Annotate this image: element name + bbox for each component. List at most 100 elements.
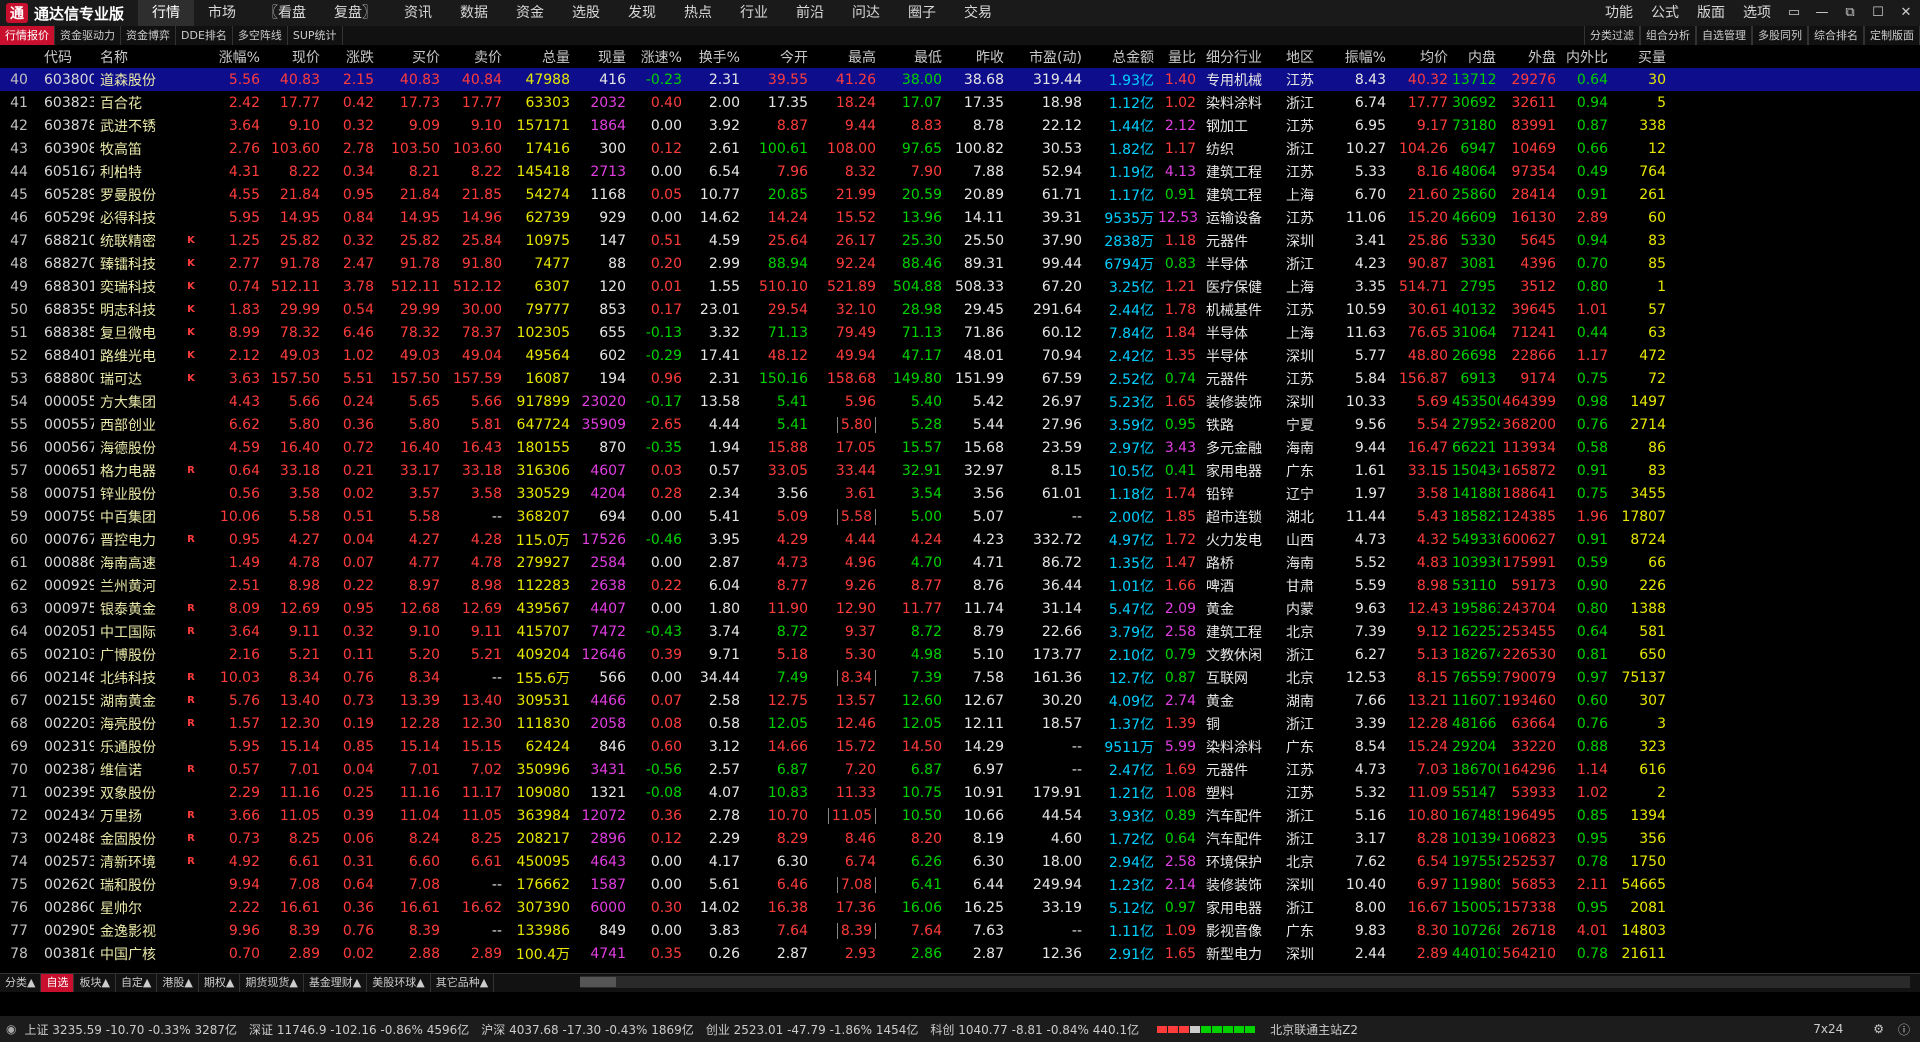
maximize-icon[interactable]: ☐ bbox=[1864, 0, 1892, 26]
close-icon[interactable]: ✕ bbox=[1892, 0, 1920, 26]
top-menu-item[interactable]: 复盘〗 bbox=[320, 0, 390, 26]
table-row[interactable]: 53 688800 瑞可达 K 3.63 157.50 5.51 157.50 157.59 16… bbox=[0, 367, 1920, 390]
sub-tab[interactable]: SUP统计 bbox=[288, 26, 343, 45]
table-row[interactable]: 65 002103 广博股份 2.16 5.21 0.11 5.20 5.21 409204 12… bbox=[0, 643, 1920, 666]
table-row[interactable]: 51 688385 复旦微电 K 8.99 78.32 6.46 78.32 78.37 1023… bbox=[0, 321, 1920, 344]
restore-icon[interactable]: ▭ bbox=[1780, 0, 1808, 26]
table-row[interactable]: 41 603823 百合花 2.42 17.77 0.42 17.73 17.77 63303 2… bbox=[0, 91, 1920, 114]
sub-right-tab[interactable]: 定制版面 bbox=[1864, 26, 1920, 45]
table-row[interactable]: 63 000975 银泰黄金 R 8.09 12.69 0.95 12.68 12.69 4395… bbox=[0, 597, 1920, 620]
bottom-tab[interactable]: 其它品种▲ bbox=[431, 974, 495, 992]
table-row[interactable]: 59 000759 中百集团 10.06 5.58 0.51 5.58 -- 368207 694… bbox=[0, 505, 1920, 528]
col-header[interactable]: 名称 bbox=[94, 47, 178, 67]
table-row[interactable]: 52 688401 路维光电 K 2.12 49.03 1.02 49.03 49.04 4956… bbox=[0, 344, 1920, 367]
col-header[interactable]: 市盈(动) bbox=[1008, 47, 1086, 67]
table-row[interactable]: 49 688301 奕瑞科技 K 0.74 512.11 3.78 512.11 512.12 6… bbox=[0, 275, 1920, 298]
table-row[interactable]: 78 003816 中国广核 0.70 2.89 0.02 2.88 2.89 100.4万 47… bbox=[0, 942, 1920, 965]
table-row[interactable]: 62 000929 兰州黄河 2.51 8.98 0.22 8.97 8.98 112283 26… bbox=[0, 574, 1920, 597]
index-kc[interactable]: 科创 1040.77 -8.81 -0.84% 440.1亿 bbox=[930, 1021, 1139, 1038]
top-menu-item[interactable]: 前沿 bbox=[782, 0, 838, 26]
col-header[interactable]: 细分行业 bbox=[1200, 47, 1280, 67]
index-cy[interactable]: 创业 2523.01 -47.79 -1.86% 1454亿 bbox=[706, 1021, 919, 1038]
col-header[interactable]: 现量 bbox=[574, 47, 630, 67]
table-row[interactable]: 47 688210 统联精密 K 1.25 25.82 0.32 25.82 25.84 1097… bbox=[0, 229, 1920, 252]
table-row[interactable]: 50 688355 明志科技 K 1.83 29.99 0.54 29.99 30.00 7977… bbox=[0, 298, 1920, 321]
top-menu-item[interactable]: 资讯 bbox=[390, 0, 446, 26]
sub-tab[interactable]: 多空阵线 bbox=[233, 26, 288, 45]
col-header[interactable]: 涨幅% bbox=[204, 47, 264, 67]
bottom-tab[interactable]: 港股▲ bbox=[157, 974, 199, 992]
col-header[interactable]: 换手% bbox=[686, 47, 744, 67]
table-row[interactable]: 67 002155 湖南黄金 R 5.76 13.40 0.73 13.39 13.40 3095… bbox=[0, 689, 1920, 712]
col-header[interactable]: 量比 bbox=[1158, 47, 1200, 67]
bottom-tab[interactable]: 基金理财▲ bbox=[304, 974, 368, 992]
table-row[interactable]: 69 002319 乐通股份 5.95 15.14 0.85 15.14 15.15 62424… bbox=[0, 735, 1920, 758]
top-menu-item[interactable]: 市场 bbox=[194, 0, 250, 26]
col-header[interactable]: 地区 bbox=[1280, 47, 1328, 67]
table-row[interactable]: 66 002148 北纬科技 R 10.03 8.34 0.76 8.34 -- 155.6万 56… bbox=[0, 666, 1920, 689]
bottom-tab[interactable]: 期货现货▲ bbox=[240, 974, 304, 992]
table-row[interactable]: 42 603878 武进不锈 3.64 9.10 0.32 9.09 9.10 157171 18… bbox=[0, 114, 1920, 137]
scroll-thumb[interactable] bbox=[580, 977, 616, 987]
top-menu-item[interactable]: 问达 bbox=[838, 0, 894, 26]
table-row[interactable]: 61 000886 海南高速 1.49 4.78 0.07 4.77 4.78 279927 25… bbox=[0, 551, 1920, 574]
horizontal-scrollbar[interactable] bbox=[580, 976, 1910, 988]
info-icon[interactable]: ⓘ bbox=[1898, 1021, 1910, 1038]
col-header[interactable]: 买价 bbox=[378, 47, 444, 67]
time-label[interactable]: 7x24 bbox=[1813, 1022, 1843, 1036]
table-row[interactable]: 72 002434 万里扬 R 3.66 11.05 0.39 11.04 11.05 36398… bbox=[0, 804, 1920, 827]
top-menu-item[interactable]: 资金 bbox=[502, 0, 558, 26]
sub-tab[interactable]: 资金驱动力 bbox=[55, 26, 121, 45]
top-menu-item[interactable]: 发现 bbox=[614, 0, 670, 26]
col-header[interactable]: 振幅% bbox=[1328, 47, 1390, 67]
sub-right-tab[interactable]: 分类过滤 bbox=[1584, 26, 1640, 45]
table-row[interactable]: 70 002387 维信诺 R 0.57 7.01 0.04 7.01 7.02 350996 34… bbox=[0, 758, 1920, 781]
col-header[interactable]: 内盘 bbox=[1452, 47, 1500, 67]
table-row[interactable]: 54 000055 方大集团 4.43 5.66 0.24 5.65 5.66 917899 23… bbox=[0, 390, 1920, 413]
col-header[interactable]: 涨速% bbox=[630, 47, 686, 67]
table-row[interactable]: 46 605298 必得科技 5.95 14.95 0.84 14.95 14.96 62739… bbox=[0, 206, 1920, 229]
table-row[interactable]: 60 000767 晋控电力 R 0.95 4.27 0.04 4.27 4.28 115.0万 1… bbox=[0, 528, 1920, 551]
right-menu-item[interactable]: 公式 bbox=[1642, 0, 1688, 26]
table-row[interactable]: 68 002203 海亮股份 R 1.57 12.30 0.19 12.28 12.30 1118… bbox=[0, 712, 1920, 735]
table-row[interactable]: 64 002051 中工国际 R 3.64 9.11 0.32 9.10 9.11 415707 7… bbox=[0, 620, 1920, 643]
table-row[interactable]: 74 002573 清新环境 R 4.92 6.61 0.31 6.60 6.61 450095 4… bbox=[0, 850, 1920, 873]
sub-right-tab[interactable]: 组合分析 bbox=[1640, 26, 1696, 45]
bottom-tab[interactable]: 自定▲ bbox=[116, 974, 158, 992]
col-header[interactable]: 卖价 bbox=[444, 47, 506, 67]
top-menu-item[interactable]: 圈子 bbox=[894, 0, 950, 26]
table-row[interactable]: 44 605167 利柏特 4.31 8.22 0.34 8.21 8.22 145418 271… bbox=[0, 160, 1920, 183]
right-menu-item[interactable]: 功能 bbox=[1596, 0, 1642, 26]
server-label[interactable]: 北京联通主站Z2 bbox=[1270, 1021, 1358, 1038]
right-menu-item[interactable]: 版面 bbox=[1688, 0, 1734, 26]
col-header[interactable]: 内外比 bbox=[1560, 47, 1612, 67]
table-row[interactable]: 77 002905 金逸影视 9.96 8.39 0.76 8.39 -- 133986 849 0… bbox=[0, 919, 1920, 942]
top-menu-item[interactable]: 〖看盘 bbox=[250, 0, 320, 26]
top-menu-item[interactable]: 行业 bbox=[726, 0, 782, 26]
top-menu-item[interactable]: 交易 bbox=[950, 0, 1006, 26]
minimize-icon[interactable]: — bbox=[1808, 0, 1836, 26]
col-header[interactable]: 现价 bbox=[264, 47, 324, 67]
bottom-tab[interactable]: 板块▲ bbox=[74, 974, 116, 992]
top-menu-item[interactable]: 选股 bbox=[558, 0, 614, 26]
sub-tab[interactable]: 行情报价 bbox=[0, 26, 55, 45]
table-row[interactable]: 71 002395 双象股份 2.29 11.16 0.25 11.16 11.17 10908… bbox=[0, 781, 1920, 804]
bottom-tab[interactable]: 自选 bbox=[41, 974, 75, 992]
right-menu-item[interactable]: 选项 bbox=[1734, 0, 1780, 26]
tile-icon[interactable]: ⧉ bbox=[1836, 0, 1864, 26]
table-row[interactable]: 40 603800 道森股份 5.56 40.83 2.15 40.83 40.84 47988… bbox=[0, 68, 1920, 91]
index-sh[interactable]: 上证 3235.59 -10.70 -0.33% 3287亿 bbox=[24, 1021, 237, 1038]
col-header[interactable]: 总量 bbox=[506, 47, 574, 67]
sub-tab[interactable]: DDE排名 bbox=[176, 26, 233, 45]
col-header[interactable]: 最高 bbox=[812, 47, 880, 67]
bottom-tab[interactable]: 分类▲ bbox=[0, 974, 42, 992]
table-row[interactable]: 73 002488 金固股份 R 0.73 8.25 0.06 8.24 8.25 208217 2… bbox=[0, 827, 1920, 850]
col-header[interactable]: 买量 bbox=[1612, 47, 1670, 67]
table-row[interactable]: 75 002620 瑞和股份 9.94 7.08 0.64 7.08 -- 176662 1587… bbox=[0, 873, 1920, 896]
table-row[interactable]: 57 000651 格力电器 R 0.64 33.18 0.21 33.17 33.18 3163… bbox=[0, 459, 1920, 482]
top-menu-item[interactable]: 数据 bbox=[446, 0, 502, 26]
col-header[interactable]: 最低 bbox=[880, 47, 946, 67]
sub-tab[interactable]: 资金博弈 bbox=[121, 26, 176, 45]
table-row[interactable]: 76 002860 星帅尔 2.22 16.61 0.36 16.61 16.62 307390… bbox=[0, 896, 1920, 919]
bottom-tab[interactable]: 期权▲ bbox=[199, 974, 241, 992]
